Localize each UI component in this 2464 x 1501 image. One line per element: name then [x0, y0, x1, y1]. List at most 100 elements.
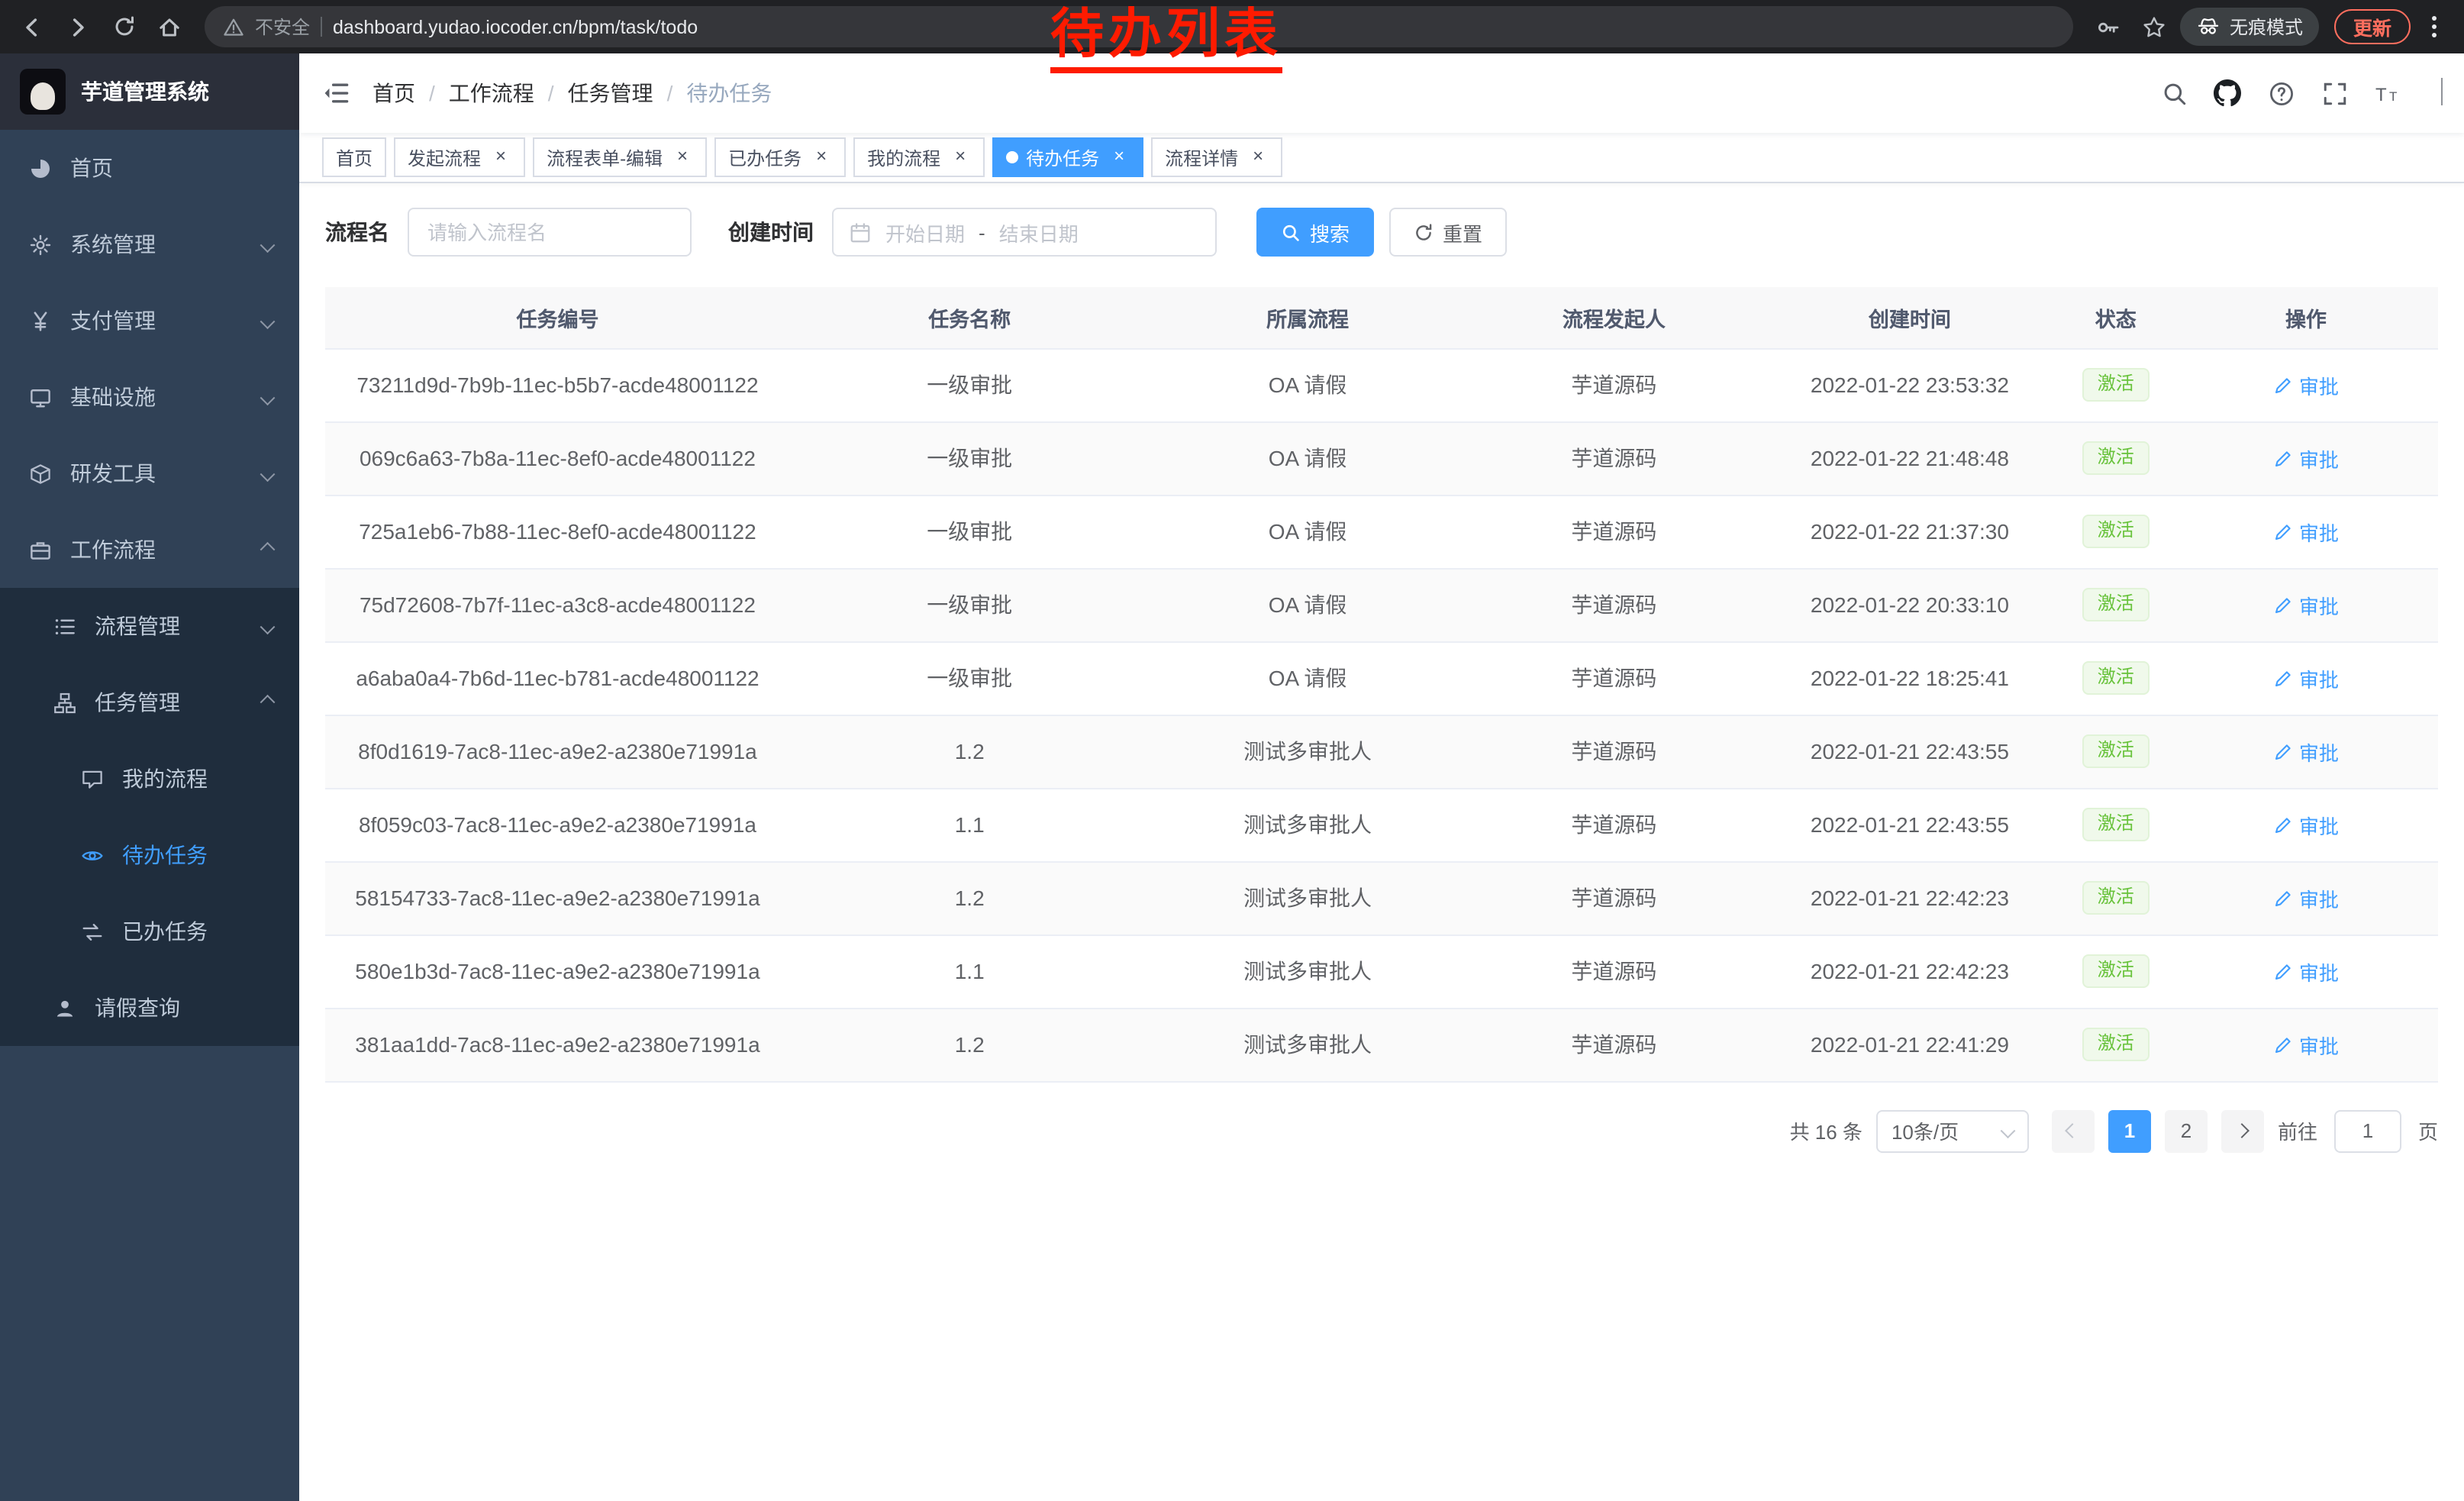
sidebar-item-workflow[interactable]: 工作流程: [0, 512, 299, 588]
filter-bar: 流程名 创建时间 开始日期 - 结束日期 搜索 重置: [299, 183, 2464, 270]
logo-image: [20, 69, 66, 115]
help-icon[interactable]: [2267, 79, 2295, 107]
reload-icon[interactable]: [104, 7, 144, 47]
cell-action: 审批: [2174, 788, 2438, 861]
close-icon[interactable]: [672, 147, 693, 168]
cell-starter: 芋道源码: [1466, 715, 1763, 788]
tab-my-processes[interactable]: 我的流程: [853, 137, 985, 177]
close-icon[interactable]: [1247, 147, 1269, 168]
chevron-up-icon: [260, 543, 273, 557]
close-icon[interactable]: [950, 147, 971, 168]
approve-link[interactable]: 审批: [2273, 1030, 2339, 1059]
search-button[interactable]: 搜索: [1256, 208, 1374, 257]
sidebar-item-infrastructure[interactable]: 基础设施: [0, 359, 299, 435]
sidebar-item-todo-tasks[interactable]: 待办任务: [0, 817, 299, 893]
edit-pen-icon: [2273, 521, 2293, 541]
browser-window: 不安全 dashboard.yudao.iocoder.cn/bpm/task/…: [0, 0, 2464, 1501]
tab-done-tasks[interactable]: 已办任务: [714, 137, 846, 177]
browser-menu-dots-icon[interactable]: [2431, 24, 2437, 30]
prev-page-button[interactable]: [2052, 1109, 2095, 1152]
cell-create-time: 2022-01-21 22:43:55: [1762, 788, 2058, 861]
update-button[interactable]: 更新: [2335, 9, 2410, 44]
close-icon[interactable]: [490, 147, 511, 168]
cell-task-id: 58154733-7ac8-11ec-a9e2-a2380e71991a: [325, 861, 790, 934]
cell-action: 审批: [2174, 641, 2438, 715]
omnibox-divider: [321, 17, 322, 37]
breadcrumb-task-management[interactable]: 任务管理: [568, 78, 653, 108]
sidebar-item-task-management[interactable]: 任务管理: [0, 664, 299, 741]
tab-todo-tasks[interactable]: 待办任务: [992, 137, 1143, 177]
back-icon[interactable]: [12, 7, 52, 47]
cell-action: 审批: [2174, 495, 2438, 568]
cell-status: 激活: [2058, 934, 2174, 1008]
sidebar-item-my-processes[interactable]: 我的流程: [0, 741, 299, 817]
chevron-up-icon: [260, 696, 273, 709]
approve-link[interactable]: 审批: [2273, 590, 2339, 619]
approve-link[interactable]: 审批: [2273, 517, 2339, 546]
approve-link[interactable]: 审批: [2273, 737, 2339, 766]
cell-starter: 芋道源码: [1466, 641, 1763, 715]
reset-button[interactable]: 重置: [1389, 208, 1507, 257]
search-icon[interactable]: [2160, 79, 2188, 107]
cell-process: OA 请假: [1149, 641, 1466, 715]
cell-task-name: 1.2: [790, 715, 1150, 788]
sidebar-item-done-tasks[interactable]: 已办任务: [0, 893, 299, 970]
approve-link[interactable]: 审批: [2273, 957, 2339, 986]
close-icon[interactable]: [811, 147, 832, 168]
next-page-button[interactable]: [2221, 1109, 2264, 1152]
sidebar-item-devtools[interactable]: 研发工具: [0, 435, 299, 512]
sidebar-item-payment[interactable]: 支付管理: [0, 282, 299, 359]
table-row: 8f059c03-7ac8-11ec-a9e2-a2380e71991a1.1测…: [325, 788, 2438, 861]
home-icon[interactable]: [150, 7, 189, 47]
tab-process-detail[interactable]: 流程详情: [1151, 137, 1282, 177]
address-bar[interactable]: 不安全 dashboard.yudao.iocoder.cn/bpm/task/…: [205, 6, 2074, 47]
avatar-dropdown-caret-icon[interactable]: [2441, 78, 2443, 105]
header-status: 状态: [2058, 287, 2174, 348]
tab-home[interactable]: 首页: [322, 137, 386, 177]
close-icon[interactable]: [1108, 147, 1130, 168]
tab-form-edit[interactable]: 流程表单-编辑: [533, 137, 707, 177]
date-separator: -: [979, 221, 985, 244]
fullscreen-icon[interactable]: [2320, 79, 2348, 107]
goto-label: 前往: [2278, 1116, 2317, 1145]
approve-link[interactable]: 审批: [2273, 883, 2339, 912]
sitemap-icon: [52, 690, 76, 715]
page-button-2[interactable]: 2: [2165, 1109, 2208, 1152]
breadcrumb-home[interactable]: 首页: [373, 78, 415, 108]
edit-pen-icon: [2273, 741, 2293, 761]
cell-process: 测试多审批人: [1149, 1008, 1466, 1081]
approve-link[interactable]: 审批: [2273, 444, 2339, 473]
chevron-down-icon: [260, 390, 273, 404]
key-icon[interactable]: [2089, 7, 2129, 47]
sidebar-item-leave-query[interactable]: 请假查询: [0, 970, 299, 1046]
cell-action: 审批: [2174, 861, 2438, 934]
page-button-1[interactable]: 1: [2108, 1109, 2151, 1152]
bookmark-star-icon[interactable]: [2135, 7, 2175, 47]
cell-process: OA 请假: [1149, 421, 1466, 495]
goto-page-input[interactable]: [2334, 1109, 2401, 1152]
forward-icon[interactable]: [58, 7, 98, 47]
breadcrumb-separator: [667, 81, 673, 105]
sidebar-item-home[interactable]: 首页: [0, 130, 299, 206]
font-size-icon[interactable]: TT: [2374, 79, 2401, 107]
approve-link[interactable]: 审批: [2273, 810, 2339, 839]
github-icon[interactable]: [2214, 79, 2241, 107]
date-range-picker[interactable]: 开始日期 - 结束日期: [832, 208, 1217, 257]
cell-action: 审批: [2174, 1008, 2438, 1081]
breadcrumb-workflow[interactable]: 工作流程: [449, 78, 534, 108]
cell-status: 激活: [2058, 421, 2174, 495]
cell-task-name: 1.2: [790, 861, 1150, 934]
sidebar-item-process-management[interactable]: 流程管理: [0, 588, 299, 664]
approve-link[interactable]: 审批: [2273, 370, 2339, 399]
cell-task-name: 1.1: [790, 934, 1150, 1008]
tab-start-process[interactable]: 发起流程: [394, 137, 525, 177]
approve-link[interactable]: 审批: [2273, 663, 2339, 692]
sidebar-toggle-icon[interactable]: [299, 79, 373, 107]
cell-task-name: 一级审批: [790, 421, 1150, 495]
cell-process: 测试多审批人: [1149, 715, 1466, 788]
page-size-select[interactable]: 10条/页: [1876, 1109, 2029, 1152]
sidebar-item-system[interactable]: 系统管理: [0, 206, 299, 282]
process-name-input[interactable]: [408, 208, 692, 257]
header-task-name: 任务名称: [790, 287, 1150, 348]
header-process: 所属流程: [1149, 287, 1466, 348]
